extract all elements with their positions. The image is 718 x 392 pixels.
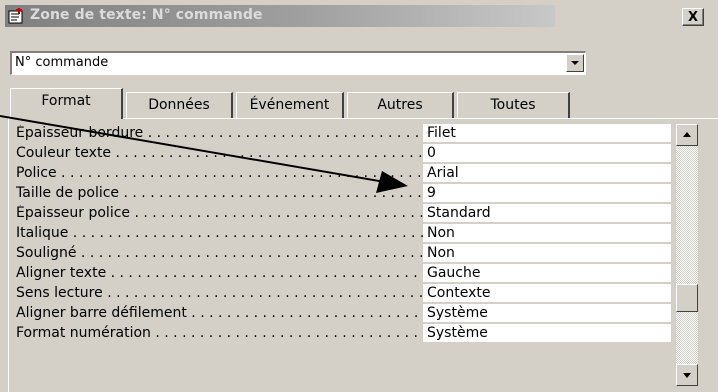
object-selector-value: N° commande bbox=[15, 55, 109, 70]
title-bar: Zone de texte: N° commande X bbox=[0, 0, 718, 33]
tab-donnees[interactable]: Données bbox=[126, 92, 233, 118]
property-value[interactable]: Arial bbox=[423, 164, 671, 183]
vertical-scrollbar[interactable] bbox=[676, 124, 698, 386]
property-row[interactable]: Sens lecture . . . . . . . . . . . . . .… bbox=[16, 284, 671, 304]
property-row[interactable]: Souligné . . . . . . . . . . . . . . . .… bbox=[16, 244, 671, 264]
property-row[interactable]: Épaisseur police . . . . . . . . . . . .… bbox=[16, 204, 671, 224]
property-value[interactable]: Filet bbox=[423, 124, 671, 143]
tab-autres[interactable]: Autres bbox=[347, 92, 454, 118]
property-label: Taille de police . . . . . . . . . . . .… bbox=[16, 185, 423, 201]
property-row[interactable]: Couleur texte . . . . . . . . . . . . . … bbox=[16, 144, 671, 164]
window-title: Zone de texte: N° commande bbox=[30, 7, 263, 23]
property-label: Format numération . . . . . . . . . . . … bbox=[16, 325, 423, 341]
property-row[interactable]: Taille de police . . . . . . . . . . . .… bbox=[16, 184, 671, 204]
property-value[interactable]: Système bbox=[423, 304, 671, 323]
tab-label: Format bbox=[41, 93, 91, 109]
property-label: Police . . . . . . . . . . . . . . . . .… bbox=[16, 165, 423, 181]
property-label: Aligner texte . . . . . . . . . . . . . … bbox=[16, 265, 423, 281]
property-label: Aligner barre défilement . . . . . . . .… bbox=[16, 305, 423, 321]
dropdown-button[interactable] bbox=[566, 54, 584, 72]
property-value[interactable]: Système bbox=[423, 324, 671, 343]
property-value[interactable]: Standard bbox=[423, 204, 671, 223]
properties-icon bbox=[8, 8, 23, 24]
property-row[interactable]: Aligner texte . . . . . . . . . . . . . … bbox=[16, 264, 671, 284]
property-value[interactable]: 0 bbox=[423, 144, 671, 163]
tab-label: Autres bbox=[377, 97, 423, 113]
property-row[interactable]: Italique . . . . . . . . . . . . . . . .… bbox=[16, 224, 671, 244]
tab-evenement[interactable]: Événement bbox=[236, 92, 344, 118]
property-label: Italique . . . . . . . . . . . . . . . .… bbox=[16, 225, 423, 241]
property-row[interactable]: Aligner barre défilement . . . . . . . .… bbox=[16, 304, 671, 324]
property-row[interactable]: Format numération . . . . . . . . . . . … bbox=[16, 324, 671, 344]
property-value[interactable]: Gauche bbox=[423, 264, 671, 283]
close-icon: X bbox=[687, 10, 699, 25]
arrow-down-icon bbox=[683, 373, 691, 378]
property-list: Épaisseur bordure . . . . . . . . . . . … bbox=[16, 124, 671, 344]
property-label: Épaisseur bordure . . . . . . . . . . . … bbox=[16, 125, 423, 141]
property-value[interactable]: Non bbox=[423, 224, 671, 243]
property-row[interactable]: Épaisseur bordure . . . . . . . . . . . … bbox=[16, 124, 671, 144]
tab-label: Données bbox=[148, 97, 210, 113]
property-row[interactable]: Police . . . . . . . . . . . . . . . . .… bbox=[16, 164, 671, 184]
tab-format[interactable]: Format bbox=[10, 88, 123, 119]
property-value[interactable]: Non bbox=[423, 244, 671, 263]
arrow-up-icon bbox=[683, 132, 691, 137]
tab-label: Événement bbox=[249, 97, 330, 113]
property-label: Épaisseur police . . . . . . . . . . . .… bbox=[16, 205, 423, 221]
scroll-thumb[interactable] bbox=[676, 284, 698, 312]
property-value[interactable]: 9 bbox=[423, 184, 671, 203]
tab-label: Toutes bbox=[490, 97, 536, 113]
object-selector[interactable]: N° commande bbox=[10, 51, 586, 75]
property-label: Couleur texte . . . . . . . . . . . . . … bbox=[16, 145, 423, 161]
close-button[interactable]: X bbox=[682, 8, 704, 26]
property-label: Souligné . . . . . . . . . . . . . . . .… bbox=[16, 245, 423, 261]
scroll-up-button[interactable] bbox=[676, 124, 698, 146]
property-value[interactable]: Contexte bbox=[423, 284, 671, 303]
scroll-down-button[interactable] bbox=[676, 364, 698, 386]
property-label: Sens lecture . . . . . . . . . . . . . .… bbox=[16, 285, 423, 301]
chevron-down-icon bbox=[571, 61, 579, 65]
tab-toutes[interactable]: Toutes bbox=[457, 92, 570, 118]
